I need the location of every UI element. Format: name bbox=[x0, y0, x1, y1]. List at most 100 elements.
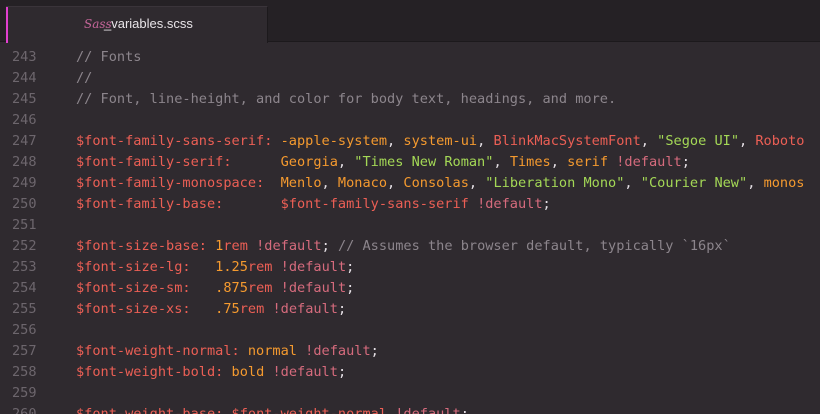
code-token-var: $font-weight-normal bbox=[76, 343, 232, 359]
code-token-var: : bbox=[198, 238, 216, 254]
code-line[interactable]: 260 $font-weight-base: $font-weight-norma… bbox=[0, 404, 820, 414]
code-text: $font-size-xs: .75rem !default; bbox=[76, 299, 346, 320]
code-token-val: Georgia bbox=[280, 154, 338, 170]
code-token-punc: ; bbox=[370, 343, 379, 359]
line-number: 260 bbox=[12, 406, 37, 414]
code-text: $font-family-monospace: Menlo, Monaco, C… bbox=[76, 173, 804, 194]
code-token-punc: ; bbox=[346, 280, 355, 296]
code-token-imp: !default bbox=[616, 154, 682, 170]
code-token-var: $font-size-base bbox=[76, 238, 199, 254]
code-token-comment: // Font, line-height, and color for body… bbox=[76, 91, 617, 107]
line-number: 245 bbox=[12, 91, 37, 107]
code-token-punc: ; bbox=[337, 364, 347, 380]
code-token-punc bbox=[248, 238, 256, 254]
code-text: $font-family-sans-serif: -apple-system, … bbox=[76, 131, 804, 152]
code-text: $font-size-lg: 1.25rem !default; bbox=[76, 257, 354, 278]
code-editor[interactable]: 243 // Fonts 244 // 245 // Font, line-height,… bbox=[0, 46, 820, 414]
code-token-punc: ; bbox=[346, 259, 355, 275]
code-token-val: Times bbox=[509, 154, 551, 170]
code-line[interactable]: 252 $font-size-base: 1rem !default; // As… bbox=[0, 236, 820, 257]
code-token-punc: ; bbox=[321, 238, 338, 254]
line-number: 248 bbox=[12, 154, 37, 170]
code-text: $font-family-serif: Georgia, "Times New … bbox=[76, 152, 690, 173]
code-token-punc: , bbox=[337, 154, 355, 170]
code-token-unit: rem bbox=[247, 259, 273, 275]
code-token-punc bbox=[297, 343, 305, 359]
code-line[interactable]: 250 $font-family-base: $font-family-sans-… bbox=[0, 194, 820, 215]
code-token-unit: rem bbox=[239, 301, 265, 317]
code-line[interactable]: 253 $font-size-lg: 1.25rem !default; bbox=[0, 257, 820, 278]
code-token-punc: ; bbox=[460, 406, 469, 414]
code-token-var: $font-size-lg bbox=[76, 259, 183, 275]
code-text: // Fonts bbox=[76, 47, 141, 68]
line-number: 250 bbox=[12, 196, 37, 212]
code-line[interactable]: 246 bbox=[0, 110, 820, 131]
code-line[interactable]: 258 $font-weight-bold: bold !default; bbox=[0, 362, 820, 383]
code-token-imp: !default bbox=[280, 280, 347, 296]
code-token-unit: rem bbox=[223, 238, 248, 254]
code-token-str: "Times New Roman" bbox=[354, 154, 494, 170]
code-text: $font-weight-normal: normal !default; bbox=[76, 341, 379, 362]
line-number: 249 bbox=[12, 175, 37, 191]
code-token-imp: !default bbox=[395, 406, 461, 414]
code-token-imp: !default bbox=[272, 364, 338, 380]
code-token-var: $font-weight-bold bbox=[76, 364, 216, 380]
line-number: 253 bbox=[12, 259, 37, 275]
code-token-var: $font-family-sans-serif bbox=[76, 133, 265, 149]
code-token-var: $font-weight-base bbox=[76, 406, 216, 414]
code-line[interactable]: 248 $font-family-serif: Georgia, "Times N… bbox=[0, 152, 820, 173]
code-token-punc: ; bbox=[681, 154, 690, 170]
code-token-var: : bbox=[182, 280, 216, 296]
line-number: 254 bbox=[12, 280, 37, 296]
code-line[interactable]: 255 $font-size-xs: .75rem !default; bbox=[0, 299, 820, 320]
code-token-val: normal bbox=[247, 343, 297, 359]
code-text: // Font, line-height, and color for body… bbox=[76, 89, 616, 110]
code-token-var: : bbox=[223, 154, 281, 170]
code-token-imp: !default bbox=[256, 238, 322, 254]
code-token-punc: , bbox=[387, 175, 404, 191]
code-line[interactable]: 254 $font-size-sm: .875rem !default; bbox=[0, 278, 820, 299]
code-token-punc: , bbox=[468, 175, 486, 191]
code-token-imp: !default bbox=[280, 259, 347, 275]
code-token-punc bbox=[272, 259, 280, 275]
code-token-punc: , bbox=[550, 154, 568, 170]
line-number: 243 bbox=[12, 49, 37, 65]
code-text: $font-family-base: $font-family-sans-ser… bbox=[76, 194, 551, 215]
code-token-val: Monaco bbox=[337, 175, 388, 191]
code-token-var: : bbox=[182, 301, 216, 317]
code-token-punc: , bbox=[739, 133, 756, 149]
code-token-val: .875 bbox=[215, 280, 248, 296]
code-token-val: Consolas bbox=[403, 175, 469, 191]
code-token-punc: , bbox=[493, 154, 510, 170]
code-token-var: : bbox=[215, 364, 232, 380]
code-token-punc bbox=[387, 406, 395, 414]
code-line[interactable]: 243 // Fonts bbox=[0, 47, 820, 68]
code-token-punc bbox=[608, 154, 616, 170]
code-line[interactable]: 247 $font-family-sans-serif: -apple-syste… bbox=[0, 131, 820, 152]
code-line[interactable]: 251 bbox=[0, 215, 820, 236]
code-token-str: "Courier New" bbox=[640, 175, 748, 191]
code-token-punc bbox=[469, 196, 477, 212]
code-token-var: : bbox=[215, 196, 281, 212]
code-token-var: Roboto bbox=[755, 133, 805, 149]
file-tab[interactable]: Sass _variables.scss bbox=[6, 6, 268, 43]
code-line[interactable]: 257 $font-weight-normal: normal !default; bbox=[0, 341, 820, 362]
code-line[interactable]: 249 $font-family-monospace: Menlo, Monaco… bbox=[0, 173, 820, 194]
code-token-punc bbox=[272, 280, 280, 296]
code-line[interactable]: 244 // bbox=[0, 68, 820, 89]
code-token-punc: , bbox=[640, 133, 658, 149]
code-token-val: monos bbox=[763, 175, 805, 191]
code-token-punc: , bbox=[387, 133, 404, 149]
code-token-punc: , bbox=[624, 175, 641, 191]
code-line[interactable]: 259 bbox=[0, 383, 820, 404]
code-token-comment: // bbox=[76, 70, 93, 86]
code-token-var: : bbox=[264, 133, 281, 149]
code-token-punc: ; bbox=[542, 196, 551, 212]
code-text: $font-size-sm: .875rem !default; bbox=[76, 278, 354, 299]
line-number: 259 bbox=[12, 385, 37, 401]
code-token-punc: , bbox=[321, 175, 338, 191]
code-line[interactable]: 245 // Font, line-height, and color for b… bbox=[0, 89, 820, 110]
code-token-punc: ; bbox=[337, 301, 347, 317]
code-line[interactable]: 256 bbox=[0, 320, 820, 341]
code-token-val: .75 bbox=[215, 301, 240, 317]
